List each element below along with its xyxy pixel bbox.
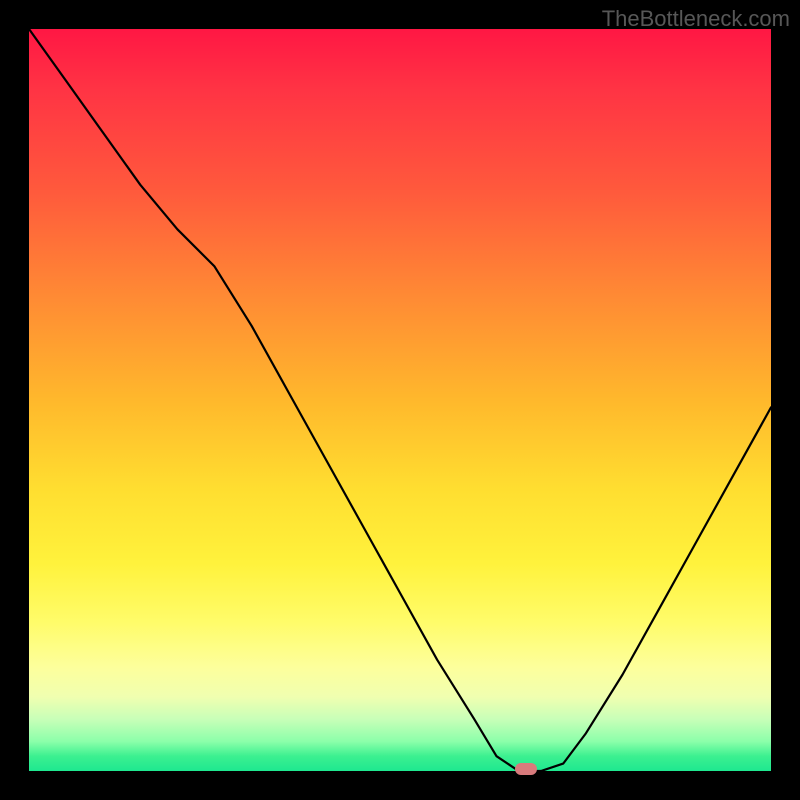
watermark-text: TheBottleneck.com — [602, 6, 790, 32]
optimal-point-marker — [515, 763, 537, 775]
bottleneck-curve — [29, 29, 771, 771]
